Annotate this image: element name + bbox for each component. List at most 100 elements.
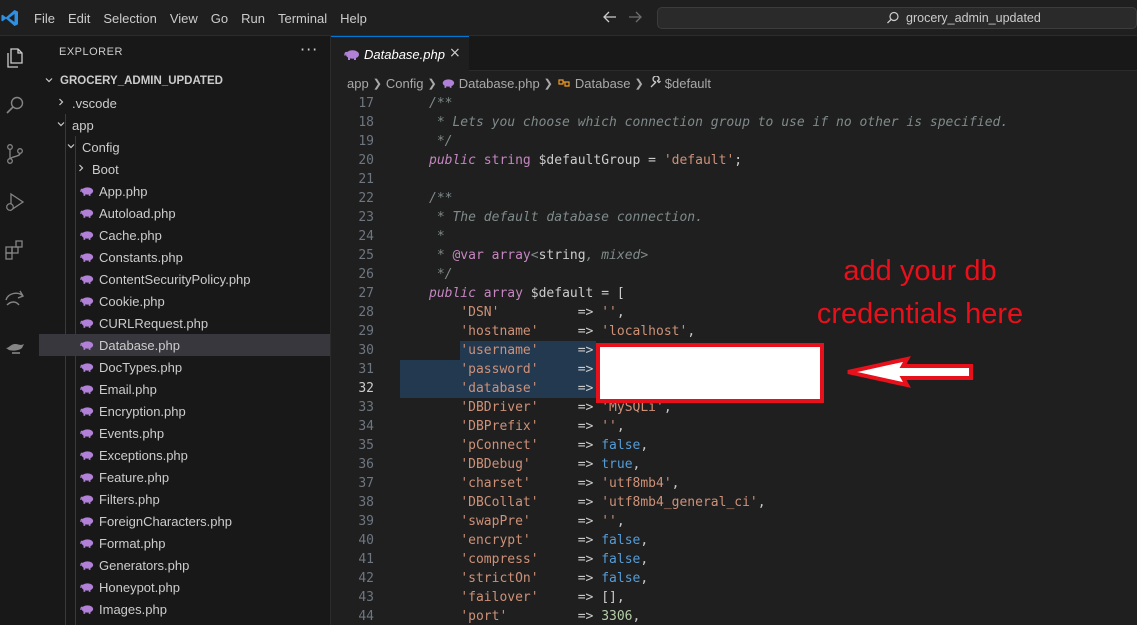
tree-item[interactable]: Events.php: [30, 422, 330, 444]
code-token: ,: [640, 533, 649, 548]
breadcrumb-app[interactable]: app: [347, 76, 369, 91]
tree-item[interactable]: Cookie.php: [30, 290, 330, 312]
tree-item[interactable]: Exceptions.php: [30, 444, 330, 466]
line-number: 28: [358, 305, 374, 320]
tree-item[interactable]: app: [30, 114, 330, 136]
code-token: 'encrypt': [460, 533, 531, 548]
chevron-right-icon: ❯: [372, 77, 382, 90]
code-line[interactable]: 40 'encrypt' => false,: [331, 531, 1137, 550]
menu-selection[interactable]: Selection: [103, 11, 156, 26]
explorer-files-icon[interactable]: [3, 46, 27, 70]
forward-arrow-icon[interactable]: [627, 9, 643, 25]
code-token: =>: [538, 362, 594, 377]
code-line[interactable]: 38 'DBCollat' => 'utf8mb4_general_ci',: [331, 493, 1137, 512]
code-line[interactable]: 44 'port' => 3306,: [331, 607, 1137, 625]
tree-item-label: Feature.php: [99, 469, 170, 485]
code-line[interactable]: 41 'compress' => false,: [331, 550, 1137, 569]
breadcrumb-file[interactable]: Database.php: [459, 76, 540, 91]
command-center-search[interactable]: grocery_admin_updated: [657, 7, 1137, 29]
code-line[interactable]: 17 /**: [331, 94, 1137, 113]
code-line[interactable]: 34 'DBPrefix' => '',: [331, 417, 1137, 436]
tree-item[interactable]: Images.php: [30, 598, 330, 620]
code-line[interactable]: 42 'strictOn' => false,: [331, 569, 1137, 588]
code-line[interactable]: 22 /**: [331, 189, 1137, 208]
workspace-root[interactable]: GROCERY_ADMIN_UPDATED: [30, 70, 330, 92]
breadcrumb-class[interactable]: Database: [575, 76, 631, 91]
code-line[interactable]: 35 'pConnect' => false,: [331, 436, 1137, 455]
php-file-icon: [80, 517, 94, 526]
tab-bar: Database.php ×: [331, 36, 1137, 71]
code-line[interactable]: 21: [331, 170, 1137, 189]
tree-item[interactable]: Format.php: [30, 532, 330, 554]
code-token: 'port': [460, 609, 508, 624]
tree-item-label: app: [72, 117, 94, 133]
close-icon[interactable]: ×: [449, 45, 461, 61]
remote-explorer-icon[interactable]: [3, 286, 27, 310]
tree-item[interactable]: Cache.php: [30, 224, 330, 246]
code-line[interactable]: 24 *: [331, 227, 1137, 246]
code-line[interactable]: 43 'failover' => [],: [331, 588, 1137, 607]
tab-database-php[interactable]: Database.php ×: [331, 36, 469, 71]
tree-item[interactable]: Encryption.php: [30, 400, 330, 422]
tree-item[interactable]: Boot: [30, 158, 330, 180]
tree-item[interactable]: ForeignCharacters.php: [30, 510, 330, 532]
search-view-icon[interactable]: [3, 94, 27, 118]
tree-item[interactable]: Feature.php: [30, 466, 330, 488]
tree-item[interactable]: Config: [30, 136, 330, 158]
title-bar: File Edit Selection View Go Run Terminal…: [0, 0, 1137, 36]
tree-item[interactable]: Email.php: [30, 378, 330, 400]
menu-go[interactable]: Go: [211, 11, 228, 26]
code-token: $defaultGroup: [530, 153, 649, 168]
php-file-icon: [442, 79, 454, 88]
php-file-icon: [80, 451, 94, 460]
code-line[interactable]: 36 'DBDebug' => true,: [331, 455, 1137, 474]
menu-terminal[interactable]: Terminal: [278, 11, 327, 26]
breadcrumb-property[interactable]: $default: [665, 76, 711, 91]
tree-item[interactable]: App.php: [30, 180, 330, 202]
chevron-down-icon: [42, 75, 56, 88]
php-file-icon: [80, 407, 94, 416]
code-token: <: [530, 248, 539, 263]
code-line[interactable]: 37 'charset' => 'utf8mb4',: [331, 474, 1137, 493]
tree-item[interactable]: Database.php: [39, 334, 330, 356]
code-token: false: [601, 438, 641, 453]
lamp-extension-icon[interactable]: [3, 334, 27, 358]
menu-file[interactable]: File: [34, 11, 55, 26]
tree-item[interactable]: CURLRequest.php: [30, 312, 330, 334]
breadcrumb-config[interactable]: Config: [386, 76, 424, 91]
more-actions-icon[interactable]: ···: [300, 40, 318, 59]
code-line[interactable]: 18 * Lets you choose which connection gr…: [331, 113, 1137, 132]
tree-item[interactable]: Honeypot.php: [30, 576, 330, 598]
source-control-icon[interactable]: [3, 142, 27, 166]
menu-view[interactable]: View: [170, 11, 198, 26]
extensions-icon[interactable]: [3, 238, 27, 262]
back-arrow-icon[interactable]: [602, 9, 618, 25]
menu-run[interactable]: Run: [241, 11, 265, 26]
tree-item[interactable]: ContentSecurityPolicy.php: [30, 268, 330, 290]
menu-edit[interactable]: Edit: [68, 11, 90, 26]
code-line[interactable]: 39 'swapPre' => '',: [331, 512, 1137, 531]
run-debug-icon[interactable]: [3, 190, 27, 214]
code-line[interactable]: 19 */: [331, 132, 1137, 151]
tab-label: Database.php: [364, 46, 445, 62]
tree-item[interactable]: DocTypes.php: [30, 356, 330, 378]
tree-item[interactable]: Autoload.php: [30, 202, 330, 224]
tree-item[interactable]: Filters.php: [30, 488, 330, 510]
tree-item-label: ContentSecurityPolicy.php: [99, 271, 251, 287]
chevron-right-icon: [74, 163, 88, 176]
tree-item[interactable]: Constants.php: [30, 246, 330, 268]
code-token: ,: [616, 305, 625, 320]
tree-item[interactable]: .vscode: [30, 92, 330, 114]
tree-item[interactable]: Generators.php: [30, 554, 330, 576]
code-line[interactable]: 20 public string $defaultGroup = 'default…: [331, 151, 1137, 170]
menu-help[interactable]: Help: [340, 11, 367, 26]
tree-item-label: Cache.php: [99, 227, 162, 243]
code-token: false: [601, 533, 641, 548]
code-line[interactable]: 23 * The default database connection.: [331, 208, 1137, 227]
tree-item-label: Autoload.php: [99, 205, 176, 221]
line-number: 42: [358, 571, 374, 586]
line-number: 21: [358, 172, 374, 187]
